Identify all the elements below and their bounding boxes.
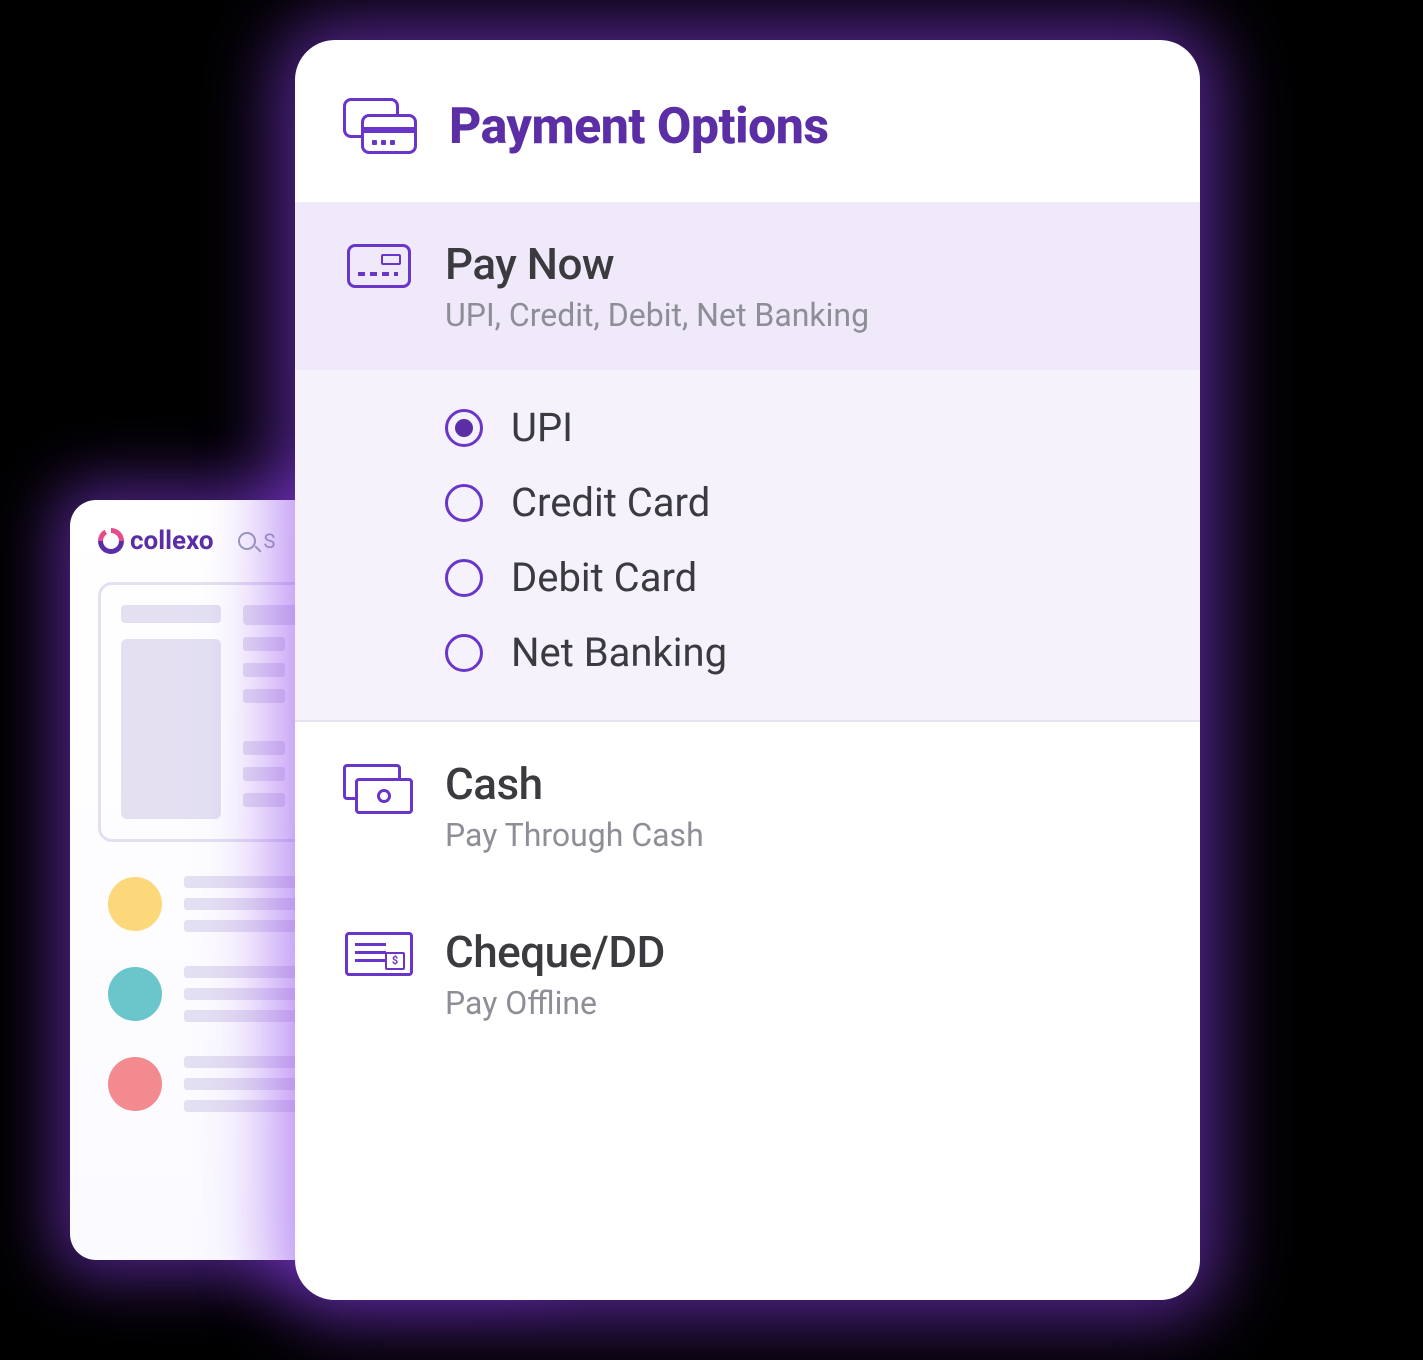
cheque-subtitle: Pay Offline	[445, 984, 1152, 1022]
payment-options-panel: Payment Options Pay Now UPI, Credit, Deb…	[295, 40, 1200, 1300]
cash-section[interactable]: Cash Pay Through Cash	[295, 722, 1200, 890]
radio-debit-card[interactable]: Debit Card	[445, 554, 1152, 601]
radio-icon	[445, 634, 483, 672]
cheque-title: Cheque/DD	[445, 926, 1152, 978]
cash-title: Cash	[445, 758, 1152, 810]
pay-now-section[interactable]: Pay Now UPI, Credit, Debit, Net Banking	[295, 202, 1200, 370]
cheque-icon	[345, 932, 413, 976]
radio-net-banking[interactable]: Net Banking	[445, 629, 1152, 676]
status-dot-icon	[108, 877, 162, 931]
radio-credit-card[interactable]: Credit Card	[445, 479, 1152, 526]
radio-icon	[445, 409, 483, 447]
panel-title: Payment Options	[449, 98, 829, 156]
pay-now-title: Pay Now	[445, 238, 1152, 290]
radio-upi[interactable]: UPI	[445, 404, 1152, 451]
search-icon	[238, 532, 256, 550]
cheque-section[interactable]: Cheque/DD Pay Offline	[295, 890, 1200, 1058]
card-icon	[347, 244, 411, 288]
radio-label: Debit Card	[511, 554, 697, 601]
pay-now-subtitle: UPI, Credit, Debit, Net Banking	[445, 296, 1152, 334]
brand-logo-icon	[98, 528, 124, 554]
brand-logo: collexo	[98, 526, 214, 556]
search-placeholder: S	[264, 529, 276, 553]
radio-label: UPI	[511, 404, 573, 451]
status-dot-icon	[108, 967, 162, 1021]
cash-subtitle: Pay Through Cash	[445, 816, 1152, 854]
panel-header: Payment Options	[295, 40, 1200, 202]
payment-method-radios: UPI Credit Card Debit Card Net Banking	[295, 370, 1200, 722]
brand-name: collexo	[130, 526, 214, 556]
radio-label: Net Banking	[511, 629, 727, 676]
cash-icon	[343, 764, 415, 818]
radio-icon	[445, 484, 483, 522]
radio-label: Credit Card	[511, 479, 710, 526]
radio-icon	[445, 559, 483, 597]
payment-cards-icon	[343, 98, 419, 156]
status-dot-icon	[108, 1057, 162, 1111]
